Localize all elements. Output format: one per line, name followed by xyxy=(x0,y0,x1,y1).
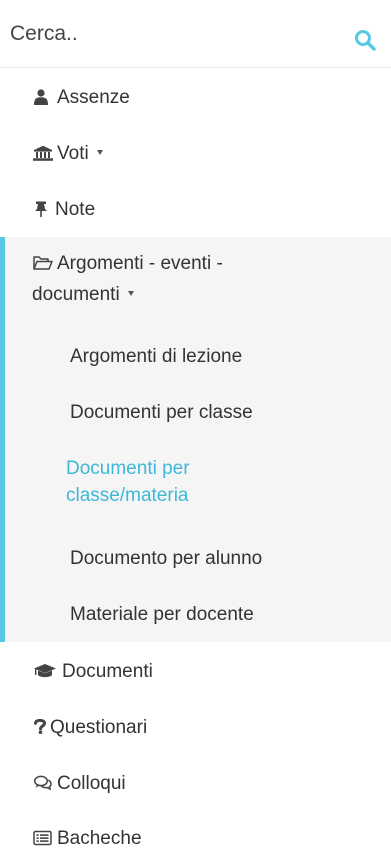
menu-item-label: Note xyxy=(55,199,96,220)
menu-item-assenze[interactable]: Assenze xyxy=(0,85,391,111)
graduation-cap-icon xyxy=(33,661,57,678)
submenu-item-documenti-per-classe[interactable]: Documenti per classe xyxy=(70,400,253,426)
submenu-item-argomenti-di-lezione[interactable]: Argomenti di lezione xyxy=(70,344,242,370)
menu-item-label: Documenti xyxy=(62,661,153,682)
caret-down-icon xyxy=(127,291,134,296)
menu-item-argomenti-eventi-documenti[interactable]: Argomenti - eventi - documenti xyxy=(0,251,391,308)
menu-item-label: Bacheche xyxy=(57,828,142,849)
search-input[interactable] xyxy=(0,0,340,67)
menu-item-note[interactable]: Note xyxy=(0,197,391,223)
comments-icon xyxy=(33,773,53,790)
search-bar xyxy=(0,0,391,68)
caret-down-icon xyxy=(96,150,103,155)
bank-icon xyxy=(33,143,53,161)
submenu-item-materiale-per-docente[interactable]: Materiale per docente xyxy=(70,602,254,628)
menu-item-label: Assenze xyxy=(57,87,130,108)
search-icon[interactable] xyxy=(352,27,378,53)
menu-item-label: Voti xyxy=(57,143,89,164)
menu-item-questionari[interactable]: Questionari xyxy=(0,715,391,741)
folder-open-icon xyxy=(33,253,53,270)
menu-item-colloqui[interactable]: Colloqui xyxy=(0,771,391,797)
menu-item-label: Questionari xyxy=(50,717,148,738)
submenu-item-documenti-per-classe-materia[interactable]: Documenti per classe/materia xyxy=(66,455,286,509)
question-icon xyxy=(33,716,47,734)
menu-item-label-line2: documenti xyxy=(32,284,120,305)
user-icon xyxy=(33,87,53,105)
submenu-item-documento-per-alunno[interactable]: Documento per alunno xyxy=(70,546,262,572)
menu-item-label: Colloqui xyxy=(57,773,126,794)
submenu-group: Argomenti - eventi - documenti Argomenti… xyxy=(0,237,391,642)
menu-item-bacheche[interactable]: Bacheche xyxy=(0,826,391,852)
list-alt-icon xyxy=(33,828,53,846)
menu-item-documenti[interactable]: Documenti xyxy=(0,659,391,685)
thumbtack-icon xyxy=(33,199,49,217)
menu-item-voti[interactable]: Voti xyxy=(0,141,391,167)
menu-item-label-line1: Argomenti - eventi - xyxy=(57,253,223,274)
